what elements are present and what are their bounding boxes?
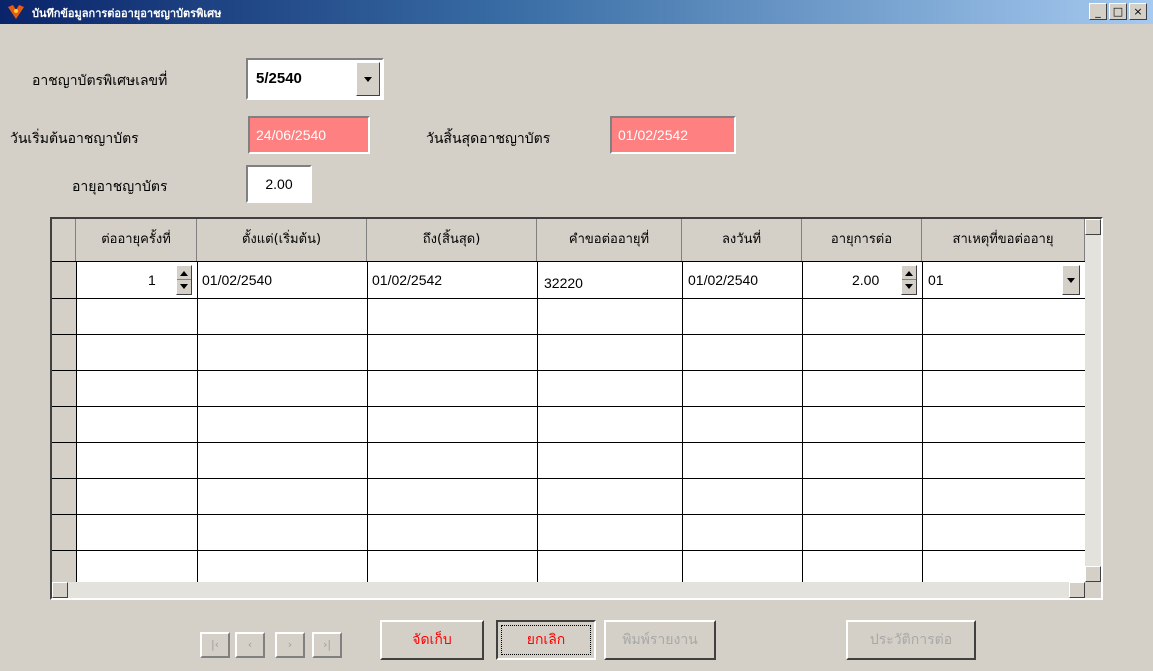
window-title: บันทึกข้อมูลการต่ออายุอาชญาบัตรพิเศษ: [32, 7, 222, 20]
title-bar[interactable]: บันทึกข้อมูลการต่ออายุอาชญาบัตรพิเศษ _ □…: [0, 0, 1153, 24]
print-report-button[interactable]: พิมพ์รายงาน: [604, 620, 716, 660]
col-header-reason[interactable]: สาเหตุที่ขอต่ออายุ: [922, 219, 1085, 261]
save-button[interactable]: จัดเก็บ: [380, 620, 484, 660]
chevron-down-icon[interactable]: [356, 62, 380, 96]
col-header-duration[interactable]: อายุการต่อ: [802, 219, 922, 261]
col-header-renewal-no[interactable]: ต่ออายุครั้งที่: [76, 219, 197, 261]
end-date-field[interactable]: 01/02/2542: [610, 116, 736, 154]
cell-renewal-no[interactable]: 1: [148, 272, 156, 288]
duration-spinner[interactable]: [901, 265, 917, 295]
vertical-scrollbar[interactable]: [1085, 219, 1101, 582]
cell-from-date[interactable]: 01/02/2540: [202, 272, 272, 288]
grid-header: ต่ออายุครั้งที่ ตั้งแต่(เริ่มต้น) ถึง(สิ…: [52, 219, 1101, 262]
renewal-history-button[interactable]: ประวัติการต่อ: [846, 620, 976, 660]
window-controls: _ □ ×: [1089, 3, 1147, 20]
row-indicator-column: [52, 262, 77, 582]
minimize-button[interactable]: _: [1089, 3, 1107, 20]
cell-duration[interactable]: 2.00: [852, 272, 879, 288]
scroll-right-icon[interactable]: [1069, 582, 1085, 598]
cell-date[interactable]: 01/02/2540: [688, 272, 758, 288]
nav-next-button[interactable]: ›: [275, 632, 305, 658]
close-button[interactable]: ×: [1129, 3, 1147, 20]
maximize-button[interactable]: □: [1109, 3, 1127, 20]
scroll-down-icon[interactable]: [1085, 566, 1101, 582]
scroll-up-icon[interactable]: [1085, 219, 1101, 235]
renewal-no-spinner[interactable]: [176, 265, 192, 295]
license-no-label: อาชญาบัตรพิเศษเลขที่: [32, 73, 168, 89]
scroll-left-icon[interactable]: [52, 582, 68, 598]
horizontal-scrollbar[interactable]: [52, 582, 1085, 598]
start-date-label: วันเริ่มต้นอาชญาบัตร: [10, 131, 139, 147]
license-no-value: 5/2540: [256, 70, 302, 87]
nav-first-button[interactable]: |‹: [200, 632, 230, 658]
col-header-request-no[interactable]: คำขอต่ออายุที่: [537, 219, 682, 261]
cell-reason[interactable]: 01: [928, 272, 944, 288]
cancel-button[interactable]: ยกเลิก: [496, 620, 596, 660]
col-header-to[interactable]: ถึง(สิ้นสุด): [367, 219, 537, 261]
nav-last-button[interactable]: ›|: [312, 632, 342, 658]
chevron-down-icon[interactable]: [1062, 265, 1080, 295]
age-field[interactable]: 2.00: [246, 165, 312, 203]
app-icon: [8, 5, 24, 19]
license-no-combo[interactable]: 5/2540: [246, 58, 384, 100]
main-window: บันทึกข้อมูลการต่ออายุอาชญาบัตรพิเศษ _ □…: [0, 0, 1153, 671]
cell-request-no[interactable]: 32220: [544, 275, 583, 291]
grid-header-corner: [52, 219, 76, 261]
age-label: อายุอาชญาบัตร: [72, 179, 168, 195]
end-date-label: วันสิ้นสุดอาชญาบัตร: [426, 131, 551, 147]
col-header-from[interactable]: ตั้งแต่(เริ่มต้น): [197, 219, 367, 261]
cell-to-date[interactable]: 01/02/2542: [372, 272, 442, 288]
scroll-corner: [1085, 582, 1101, 598]
col-header-date[interactable]: ลงวันที่: [682, 219, 802, 261]
nav-prev-button[interactable]: ‹: [235, 632, 265, 658]
start-date-field[interactable]: 24/06/2540: [248, 116, 370, 154]
renewal-grid[interactable]: ต่ออายุครั้งที่ ตั้งแต่(เริ่มต้น) ถึง(สิ…: [50, 217, 1103, 600]
